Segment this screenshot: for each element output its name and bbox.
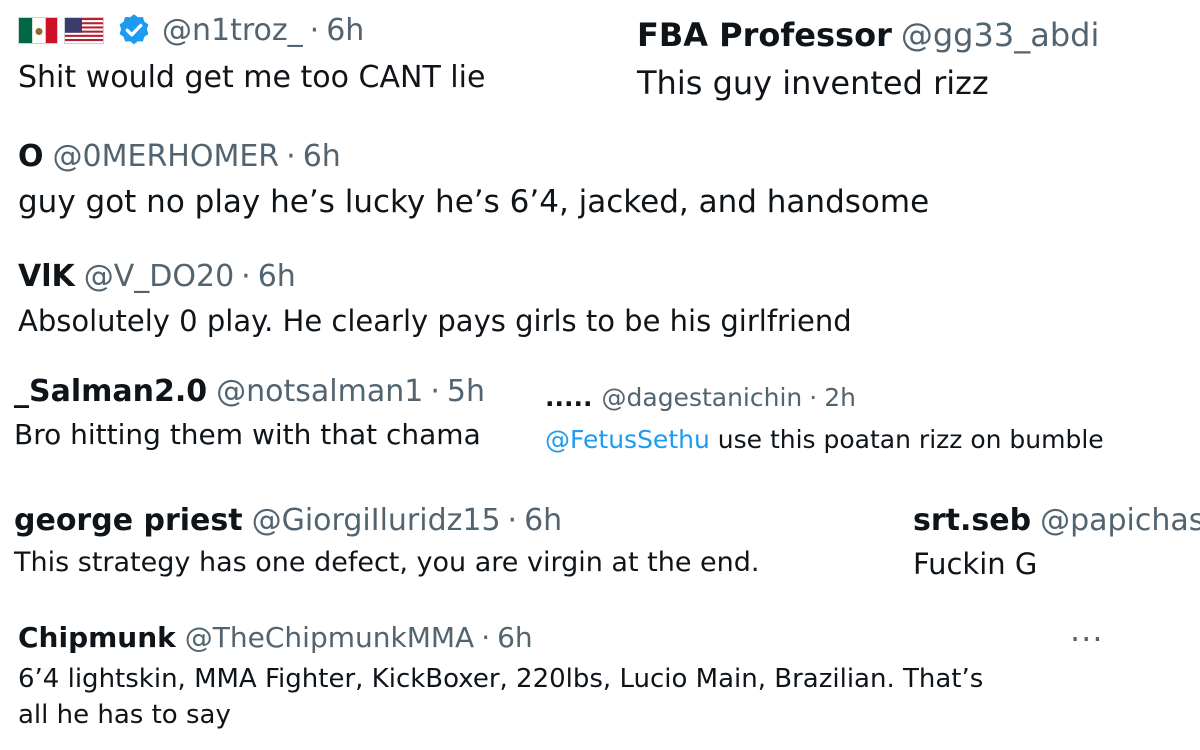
separator-dot: · (309, 12, 320, 48)
tweet-author-name[interactable]: _Salman2.0 (14, 374, 207, 409)
tweet-handle[interactable]: @dagestanichin (602, 383, 803, 412)
tweet-text-line-1: 6’4 lightskin, MMA Fighter, KickBoxer, 2… (18, 664, 984, 694)
tweet-text: This guy invented rizz (637, 64, 989, 102)
more-options-icon[interactable]: ··· (1070, 620, 1104, 658)
tweet-handle[interactable]: @gg33_abdi (901, 16, 1099, 54)
separator-dot: · (481, 620, 491, 654)
tweet-handle[interactable]: @GiorgiIluridz15 (252, 503, 501, 538)
tweet-notsalman1: _Salman2.0 @notsalman1 · 5h Bro hitting … (14, 371, 485, 452)
tweet-author-name[interactable]: O (18, 139, 44, 174)
tweet-time[interactable]: 6h (258, 259, 296, 294)
separator-dot: · (809, 382, 818, 412)
tweet-text: guy got no play he’s lucky he’s 6’4, jac… (18, 184, 930, 220)
tweet-author-name[interactable]: george priest (14, 503, 243, 538)
tweet-text: Fuckin G (913, 547, 1038, 581)
tweet-author-name[interactable]: FBA Professor (637, 16, 892, 54)
tweet-time[interactable]: 6h (326, 13, 364, 48)
tweet-time[interactable]: 5h (447, 374, 485, 409)
tweet-time[interactable]: 6h (524, 503, 562, 538)
tweet-author-name[interactable]: Chipmunk (18, 621, 176, 654)
tweet-n1troz: @n1troz_ · 6h Shit would get me too CANT… (18, 10, 485, 95)
tweet-text: @FetusSethu use this poatan rizz on bumb… (545, 425, 1104, 454)
separator-dot: · (507, 502, 518, 538)
separator-dot: · (241, 258, 251, 294)
usa-flag-icon (64, 16, 104, 44)
tweet-author-name[interactable]: VlK (18, 259, 75, 294)
tweet-author-name[interactable]: srt.seb (913, 503, 1031, 538)
tweet-text: Absolutely 0 play. He clearly pays girls… (18, 304, 852, 338)
tweet-dagestanichin: ..... @dagestanichin · 2h @FetusSethu us… (545, 381, 1104, 455)
tweet-author-name[interactable]: ..... (545, 383, 593, 412)
tweet-text: Shit would get me too CANT lie (18, 60, 486, 95)
tweet-handle[interactable]: @papichas (1040, 503, 1200, 538)
tweet-time[interactable]: 6h (303, 139, 341, 174)
tweet-handle[interactable]: @notsalman1 (216, 374, 423, 409)
tweet-0merhomer: O @0MERHOMER · 6h guy got no play he’s l… (18, 136, 930, 221)
separator-dot: · (286, 138, 296, 174)
tweet-thechipmunkmma: Chipmunk @TheChipmunkMMA · 6h 6’4 lights… (18, 618, 984, 731)
tweet-handle[interactable]: @0MERHOMER (53, 139, 280, 174)
verified-badge-icon (116, 12, 152, 48)
tweet-time[interactable]: 2h (824, 383, 856, 412)
tweet-text: This strategy has one defect, you are vi… (14, 547, 760, 578)
tweet-papichas: srt.seb @papichas Fuckin G (913, 500, 1200, 582)
tweet-handle[interactable]: @V_DO20 (84, 259, 234, 294)
tweet-time[interactable]: 6h (497, 621, 533, 654)
tweet-gg33-abdi: FBA Professor @gg33_abdi This guy invent… (637, 14, 1099, 102)
mention-link[interactable]: @FetusSethu (545, 425, 710, 454)
tweet-handle[interactable]: @TheChipmunkMMA (185, 621, 474, 654)
tweet-text: Bro hitting them with that chama (14, 418, 481, 451)
tweet-text-rest: use this poatan rizz on bumble (709, 425, 1104, 454)
tweet-handle[interactable]: @n1troz_ (162, 13, 303, 48)
tweet-v-do20: VlK @V_DO20 · 6h Absolutely 0 play. He c… (18, 256, 852, 339)
separator-dot: · (430, 373, 440, 409)
mexico-flag-icon (18, 16, 58, 44)
tweet-text-line-2: all he has to say (18, 700, 231, 730)
tweet-giorgiiluridz15: george priest @GiorgiIluridz15 · 6h This… (14, 500, 760, 579)
